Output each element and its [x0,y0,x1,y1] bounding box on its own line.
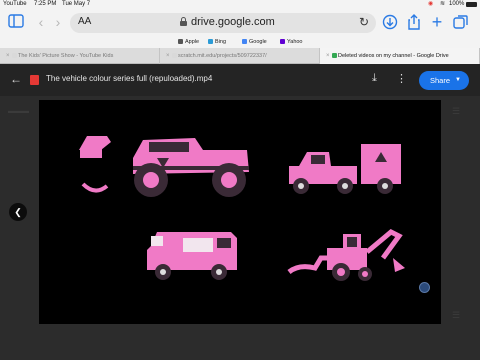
yahoo-icon [280,39,285,44]
close-tab-icon[interactable]: × [6,48,10,64]
video-player[interactable] [39,100,441,324]
favorite-bing[interactable]: Bing [208,38,226,46]
reload-icon[interactable]: ↻ [359,15,369,29]
video-file-icon [30,75,39,85]
forward-icon[interactable]: › [50,14,66,30]
status-date: Tue May 7 [62,1,91,7]
tab-google-drive[interactable]: × Deleted videos on my channel - Google … [320,48,480,64]
download-icon[interactable] [382,14,398,30]
new-tab-icon[interactable]: + [429,13,445,31]
file-title: The vehicle colour series full (repuload… [46,74,213,83]
channel-watermark-icon [419,282,430,293]
close-tab-icon[interactable]: × [166,48,170,64]
tab-youtube-kids[interactable]: × The Kids' Picture Show - YouTube Kids [0,48,160,64]
battery-icon [466,1,477,7]
pickup-truck-image [289,144,401,194]
tabs-icon[interactable] [453,14,469,30]
lock-icon [180,17,187,26]
browser-toolbar: ‹ › AA drive.google.com ↻ + [0,8,480,36]
favorite-apple[interactable]: Apple [178,38,199,46]
back-arrow-icon[interactable]: ← [10,72,22,86]
back-icon[interactable]: ‹ [33,14,49,30]
previous-file-button[interactable]: ❮ [9,203,27,221]
sidebar-icon[interactable] [8,14,24,30]
reader-aa-button[interactable]: AA [78,16,91,27]
more-icon[interactable]: ⋮ [396,72,407,85]
chevron-down-icon: ▼ [455,77,461,83]
tab-scratch[interactable]: × scratch.mit.edu/projects/509722337/ [160,48,320,64]
backdrop-list-icon: ☰ [452,106,461,116]
tab-favicon [12,53,17,58]
share-icon[interactable] [406,14,422,30]
tab-favicon [172,53,177,58]
favorites-bar: Apple Bing Google Yahoo [0,36,480,48]
wifi-icon: ≋ [440,1,446,7]
download-icon[interactable]: ⤓ [372,72,377,85]
status-battery: 100% [449,1,465,7]
drive-icon [332,53,337,58]
monster-truck-image [79,136,249,197]
ice-cream-truck-image [147,232,237,280]
share-button[interactable]: Share ▼ [419,71,469,90]
favorite-google[interactable]: Google [242,38,267,46]
apple-icon [178,39,183,44]
viewer-header: ← The vehicle colour series full (repulo… [0,64,480,96]
status-time: 7:25 PM [34,1,57,7]
google-icon [242,39,247,44]
favorite-yahoo[interactable]: Yahoo [280,38,303,46]
url-field[interactable]: AA drive.google.com ↻ [70,13,376,33]
url-text: drive.google.com [191,16,275,28]
status-indicator-icon: ◉ [428,1,434,7]
backdrop-list-icon: ☰ [452,310,461,320]
bing-icon [208,39,213,44]
tab-bar: × The Kids' Picture Show - YouTube Kids … [0,48,480,64]
backdrop-drive-label: ▬▬▬ [8,108,29,115]
backhoe-loader-image [287,229,405,281]
chevron-left-icon: ❮ [14,207,22,217]
status-bar: YouTube 7:25 PM Tue May 7 ◉ ≋ 100% [0,0,480,8]
status-app: YouTube [3,1,27,7]
close-tab-icon[interactable]: × [326,48,330,64]
